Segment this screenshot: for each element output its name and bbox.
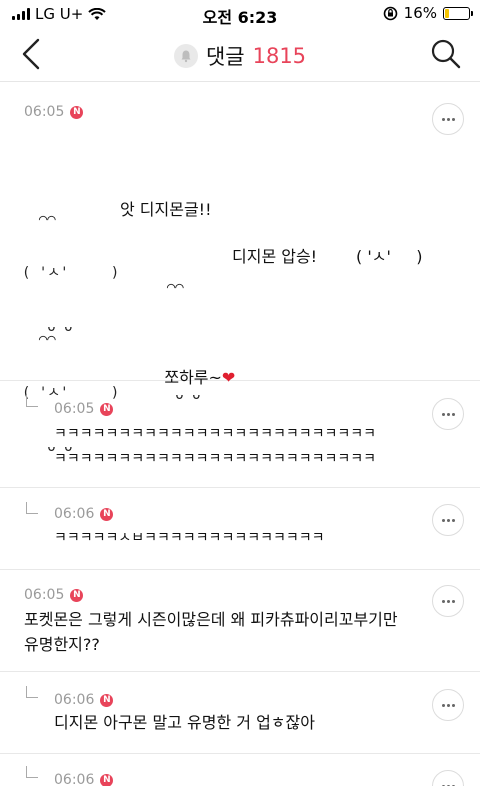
battery-percent: 16%: [403, 4, 437, 22]
reply-item: 06:06 N ㅋㅋㅋㅋㅋㅅㅂㅋㅋㅋㅋㅋㅋㅋㅋㅋㅋㅋㅋㅋㅋ: [0, 488, 480, 570]
rotation-lock-icon: [383, 6, 397, 20]
comments-title: 댓글: [205, 45, 245, 69]
comment-meta: 06:05 N: [54, 401, 114, 417]
comment-time: 06:06: [54, 772, 95, 786]
more-options-button[interactable]: [432, 585, 464, 617]
reply-arrow-icon: [26, 766, 38, 778]
comment-meta: 06:05 N: [24, 587, 84, 603]
comment-face: ( 'ㅅ' ): [356, 247, 423, 266]
reply-item: 06:05 N ㅋㅋㅋㅋㅋㅋㅋㅋㅋㅋㅋㅋㅋㅋㅋㅋㅋㅋㅋㅋㅋㅋㅋㅋㅋ ㅋㅋㅋㅋㅋㅋ…: [0, 381, 480, 488]
comment-meta: 06:06 N: [54, 692, 114, 708]
comment-item: 06:05 N 포켓몬은 그렇게 시즌이많은데 왜 피카츄파이리꼬부기만 유명한…: [0, 570, 480, 672]
comment-count: 1815: [252, 44, 307, 68]
new-badge: N: [100, 402, 114, 416]
comment-meta: 06:06 N: [54, 506, 114, 522]
reply-arrow-icon: [26, 686, 38, 698]
comment-line: 디지몬 압승!: [232, 247, 318, 266]
comment-meta: 06:06 N: [54, 772, 114, 786]
battery-icon: [443, 6, 473, 20]
comment-text: ㅋㅋㅋㅋㅋㅋㅋㅋㅋㅋㅋㅋㅋㅋㅋㅋㅋㅋㅋㅋㅋㅋㅋㅋㅋ ㅋㅋㅋㅋㅋㅋㅋㅋㅋㅋㅋㅋㅋㅋ…: [54, 426, 376, 467]
reply-arrow-icon: [26, 502, 38, 514]
comment-item: 06:05 N ⌒⌒ ( 'ㅅ' ) ᴗ ᴗ 앗 디지몬글!! ⌒⌒ ᴗ ᴗ 디…: [0, 82, 480, 455]
comment-text: ㅋㅋㅋㅋㅋㅅㅂㅋㅋㅋㅋㅋㅋㅋㅋㅋㅋㅋㅋㅋㅋ: [54, 530, 325, 546]
comment-time: 06:05: [24, 104, 65, 120]
comment-line: 앗 디지몬글!!: [120, 200, 212, 219]
comment-time: 06:05: [54, 401, 95, 417]
new-badge: N: [70, 105, 84, 119]
reply-arrow-icon: [26, 395, 38, 407]
search-icon[interactable]: [430, 38, 462, 70]
emoticon-cloud-top: ⌒⌒: [22, 211, 56, 227]
reply-item: 06:06 N 디지몬 아구몬 말고 유명한 거 업ㅎ잖아: [0, 672, 480, 754]
more-options-button[interactable]: [432, 103, 464, 135]
reply-item: 06:06 N: [0, 754, 480, 786]
new-badge: N: [100, 507, 114, 521]
comment-time: 06:05: [24, 587, 65, 603]
comment-time: 06:06: [54, 692, 95, 708]
comment-meta: 06:05 N: [24, 104, 84, 120]
new-badge: N: [70, 588, 84, 602]
comment-text: 포켓몬은 그렇게 시즌이많은데 왜 피카츄파이리꼬부기만 유명한지??: [24, 610, 398, 654]
new-badge: N: [100, 693, 114, 707]
status-bar: LG U+ 오전 6:23 16%: [0, 0, 480, 28]
more-options-button[interactable]: [432, 770, 464, 786]
header-bar: 댓글 1815: [0, 28, 480, 82]
comment-time: 06:06: [54, 506, 95, 522]
emoticon-face: ( 'ㅅ' ): [22, 265, 120, 281]
comment-text: 디지몬 아구몬 말고 유명한 거 업ㅎ잖아: [54, 713, 315, 732]
more-options-button[interactable]: [432, 398, 464, 430]
bell-icon[interactable]: [173, 44, 198, 68]
page-title: 댓글 1815: [0, 41, 480, 71]
more-options-button[interactable]: [432, 689, 464, 721]
more-options-button[interactable]: [432, 504, 464, 536]
new-badge: N: [100, 773, 114, 786]
status-right: 16%: [383, 4, 473, 22]
